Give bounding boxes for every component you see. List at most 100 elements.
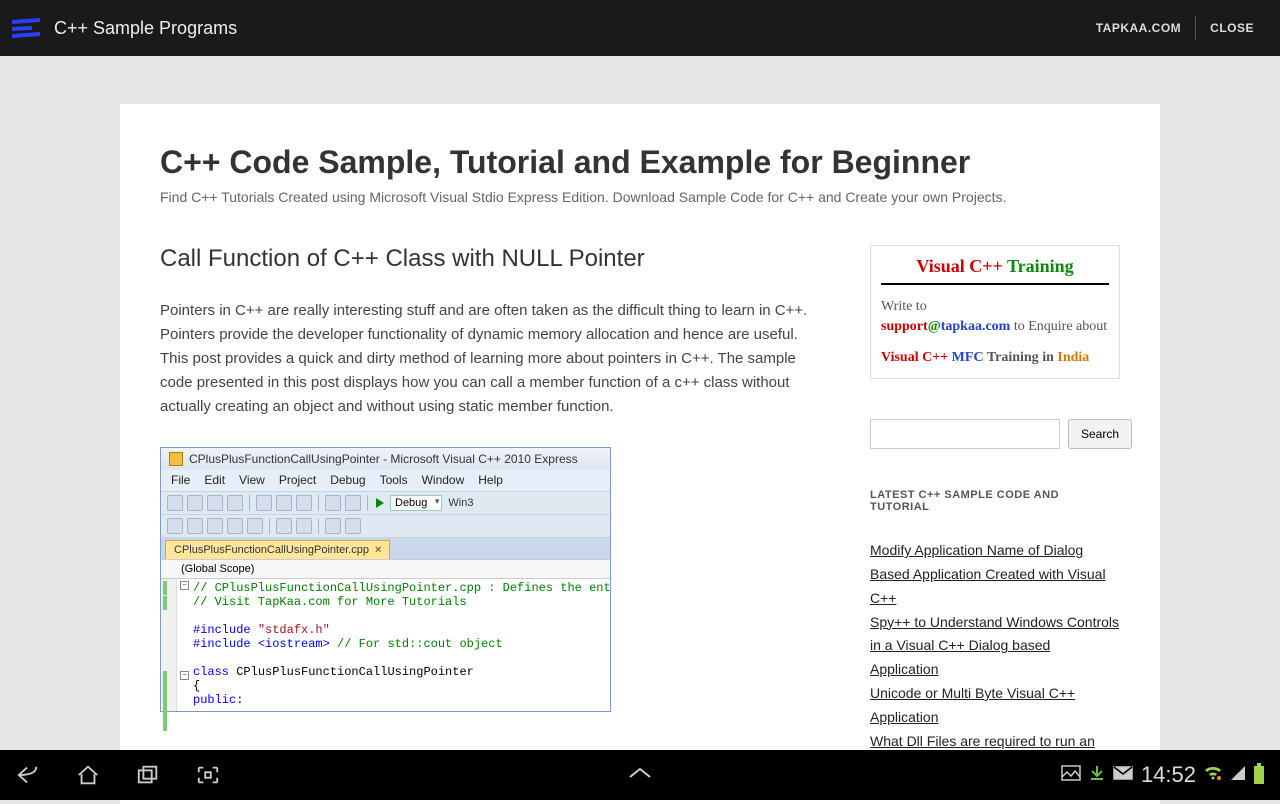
mail-icon xyxy=(1113,766,1133,785)
page-content: C++ Code Sample, Tutorial and Example fo… xyxy=(120,104,1160,804)
latest-link[interactable]: Spy++ to Understand Windows Controls in … xyxy=(870,611,1120,682)
promo-text: Write to support@tapkaa.com to Enquire a… xyxy=(881,297,1109,336)
separator xyxy=(318,518,319,534)
code-editor[interactable]: − // CPlusPlusFunctionCallUsingPointer.c… xyxy=(161,579,610,711)
expand-icon[interactable] xyxy=(627,766,653,785)
tb-icon[interactable] xyxy=(345,518,361,534)
tab-label: CPlusPlusFunctionCallUsingPointer.cpp xyxy=(174,544,369,556)
promo-training2: Training xyxy=(987,350,1039,365)
new-icon[interactable] xyxy=(167,495,183,511)
fold-icon[interactable]: − xyxy=(180,671,189,680)
promo-vcpp: Visual C++ xyxy=(916,256,1002,276)
editor-tab[interactable]: CPlusPlusFunctionCallUsingPointer.cpp × xyxy=(165,540,390,559)
platform-label: Win3 xyxy=(448,497,473,509)
tb-icon[interactable] xyxy=(207,518,223,534)
copy-icon[interactable] xyxy=(276,495,292,511)
search-input[interactable] xyxy=(870,419,1060,449)
article: Call Function of C++ Class with NULL Poi… xyxy=(160,245,810,753)
menu-debug[interactable]: Debug xyxy=(330,473,365,487)
separator xyxy=(318,495,319,511)
change-mark xyxy=(163,671,167,731)
config-combo[interactable]: Debug xyxy=(390,495,442,511)
page-title: C++ Code Sample, Tutorial and Example fo… xyxy=(160,144,1120,181)
tb-icon[interactable] xyxy=(276,518,292,534)
download-icon xyxy=(1089,765,1105,786)
promo-to: to Enquire about xyxy=(1010,319,1107,334)
separator xyxy=(249,495,250,511)
latest-list: Modify Application Name of Dialog Based … xyxy=(870,539,1120,753)
page-subtitle: Find C++ Tutorials Created using Microso… xyxy=(160,189,1120,205)
tb-icon[interactable] xyxy=(296,518,312,534)
code-line: // Visit TapKaa.com for More Tutorials xyxy=(193,595,467,609)
promo-email: support xyxy=(881,319,928,334)
promo-vcpp2: Visual C++ xyxy=(881,350,948,365)
vs-toolbar: Debug Win3 xyxy=(161,491,610,515)
paste-icon[interactable] xyxy=(296,495,312,511)
tapkaa-link[interactable]: TAPKAA.COM xyxy=(1082,21,1195,35)
promo-domain: tapkaa.com xyxy=(941,319,1011,334)
bottom-nav-bar: 14:52 xyxy=(0,750,1280,800)
code-line: // CPlusPlusFunctionCallUsingPointer.cpp… xyxy=(193,581,611,595)
latest-title: LATEST C++ SAMPLE CODE AND TUTORIAL xyxy=(870,489,1120,513)
fold-icon[interactable]: − xyxy=(180,581,189,590)
promo-mfc: MFC xyxy=(952,350,984,365)
promo-title: Visual C++ Training xyxy=(881,256,1109,285)
back-icon[interactable] xyxy=(16,763,40,787)
tb-icon[interactable] xyxy=(167,518,183,534)
sidebar: Visual C++ Training Write to support@tap… xyxy=(870,245,1120,753)
promo-in: in xyxy=(1042,350,1054,365)
change-mark xyxy=(163,596,167,610)
start-debug-icon[interactable] xyxy=(376,498,384,508)
menu-window[interactable]: Window xyxy=(422,473,465,487)
code-line: CPlusPlusFunctionCallUsingPointer xyxy=(229,665,474,679)
save-all-icon[interactable] xyxy=(227,495,243,511)
code-line: // For std::cout object xyxy=(330,637,503,651)
article-title: Call Function of C++ Class with NULL Poi… xyxy=(160,245,810,273)
menu-view[interactable]: View xyxy=(239,473,265,487)
code-line: #include xyxy=(193,637,258,651)
home-icon[interactable] xyxy=(76,763,100,787)
code-line: "stdafx.h" xyxy=(258,623,330,637)
code-line: : xyxy=(236,693,243,707)
picture-icon xyxy=(1061,765,1081,786)
screenshot-icon[interactable] xyxy=(196,763,220,787)
tb-icon[interactable] xyxy=(187,518,203,534)
promo-at: @ xyxy=(928,319,941,334)
menu-tools[interactable]: Tools xyxy=(380,473,408,487)
open-icon[interactable] xyxy=(187,495,203,511)
article-body: Pointers in C++ are really interesting s… xyxy=(160,299,810,419)
menu-edit[interactable]: Edit xyxy=(204,473,225,487)
close-button[interactable]: CLOSE xyxy=(1196,21,1268,35)
scope-dropdown[interactable]: (Global Scope) xyxy=(161,559,610,579)
menu-file[interactable]: File xyxy=(171,473,190,487)
menu-help[interactable]: Help xyxy=(478,473,503,487)
undo-icon[interactable] xyxy=(325,495,341,511)
signal-icon xyxy=(1230,765,1246,786)
tb-icon[interactable] xyxy=(325,518,341,534)
search-button[interactable]: Search xyxy=(1068,419,1132,449)
code-line: #include xyxy=(193,623,258,637)
search-row: Search xyxy=(870,419,1120,449)
menu-icon[interactable] xyxy=(12,18,40,38)
code-line: { xyxy=(193,679,200,693)
code-line: public xyxy=(193,693,236,707)
save-icon[interactable] xyxy=(207,495,223,511)
battery-icon xyxy=(1254,766,1264,784)
wifi-icon xyxy=(1204,765,1222,786)
promo-training: Training xyxy=(1007,256,1074,276)
vs-tab-row: CPlusPlusFunctionCallUsingPointer.cpp × xyxy=(161,538,610,559)
close-tab-icon[interactable]: × xyxy=(375,544,381,556)
latest-link[interactable]: Modify Application Name of Dialog Based … xyxy=(870,539,1120,610)
vs-window: CPlusPlusFunctionCallUsingPointer - Micr… xyxy=(160,447,611,712)
menu-project[interactable]: Project xyxy=(279,473,316,487)
promo-box: Visual C++ Training Write to support@tap… xyxy=(870,245,1120,379)
recent-apps-icon[interactable] xyxy=(136,763,160,787)
vs-menubar: File Edit View Project Debug Tools Windo… xyxy=(161,470,610,491)
promo-write: Write to xyxy=(881,299,927,314)
app-title: C++ Sample Programs xyxy=(54,18,1082,39)
tb-icon[interactable] xyxy=(227,518,243,534)
redo-icon[interactable] xyxy=(345,495,361,511)
tb-icon[interactable] xyxy=(247,518,263,534)
cut-icon[interactable] xyxy=(256,495,272,511)
latest-link[interactable]: Unicode or Multi Byte Visual C++ Applica… xyxy=(870,682,1120,730)
